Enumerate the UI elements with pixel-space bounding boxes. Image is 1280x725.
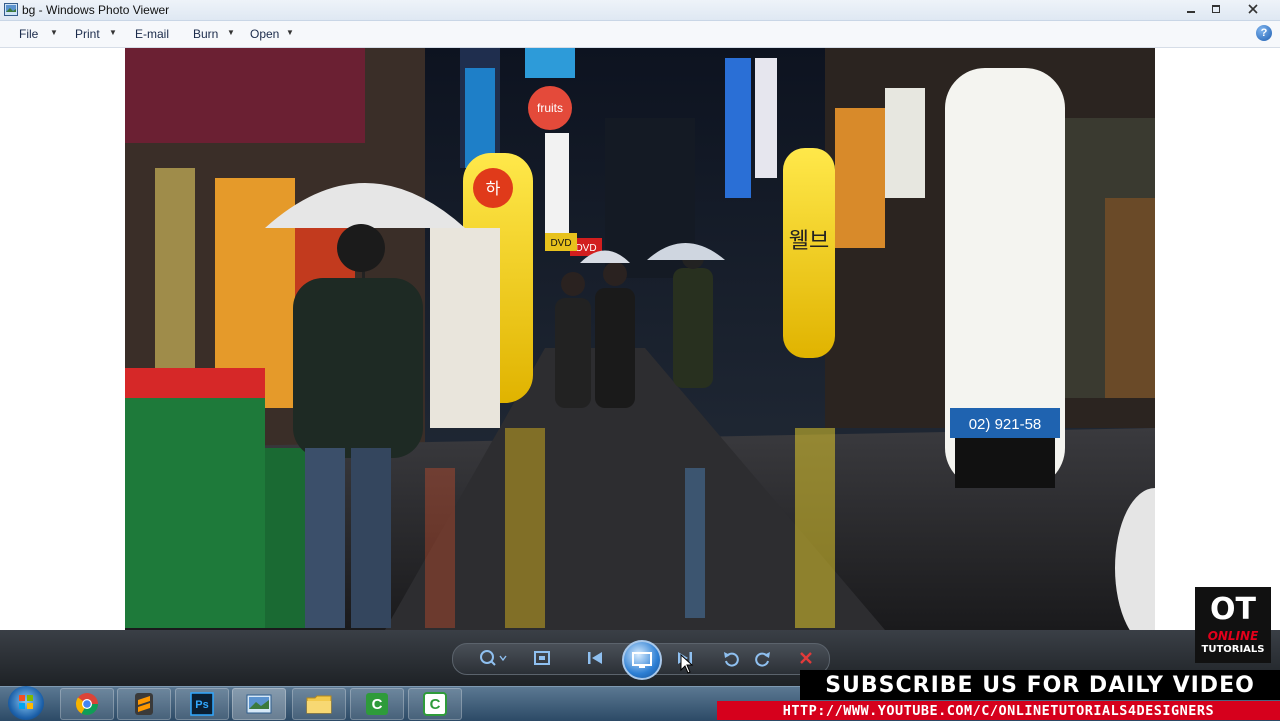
previous-button[interactable] (582, 648, 608, 668)
menu-open[interactable]: Open (250, 27, 279, 41)
camtasia-icon: C (366, 693, 388, 715)
windows-logo-icon (19, 695, 33, 709)
actual-size-button[interactable] (530, 648, 554, 668)
rotate-left-button[interactable] (720, 648, 742, 668)
taskbar-explorer[interactable] (292, 688, 346, 720)
menu-file[interactable]: File (19, 27, 38, 41)
zoom-button[interactable] (476, 648, 510, 668)
chevron-down-icon[interactable]: ▼ (109, 28, 117, 37)
chrome-icon (75, 693, 98, 715)
logo-sub-tutorials: TUTORIALS (1201, 644, 1265, 655)
shop-phone-number: 02) 921-58 (969, 416, 1042, 433)
taskbar-chrome[interactable] (60, 688, 114, 720)
photo-viewer-app-icon (4, 3, 18, 16)
pillar-sign-center: 웰브 (789, 228, 829, 253)
delete-button[interactable] (795, 648, 817, 668)
mouse-cursor-icon (680, 654, 694, 674)
slideshow-icon (632, 652, 652, 668)
logo-text: OT (1210, 592, 1256, 627)
sign-dvd: DVD (575, 243, 596, 254)
maximize-icon (1212, 5, 1220, 13)
rotate-right-button[interactable] (752, 648, 774, 668)
sign-fruits: fruits (537, 101, 563, 115)
start-button[interactable] (8, 686, 44, 720)
svg-text:Ps: Ps (195, 699, 208, 711)
zoom-icon (480, 650, 507, 666)
subscribe-banner: SUBSCRIBE US FOR DAILY VIDEO (800, 670, 1280, 700)
svg-text:C: C (372, 696, 383, 713)
photo-viewer-icon (246, 694, 272, 714)
previous-icon (588, 652, 602, 664)
slideshow-button[interactable] (622, 640, 662, 680)
menu-print[interactable]: Print (75, 27, 100, 41)
menu-burn[interactable]: Burn (193, 27, 218, 41)
svg-text:C: C (430, 696, 441, 713)
window-title: bg - Windows Photo Viewer (22, 3, 170, 17)
maximize-button[interactable] (1205, 0, 1227, 18)
menu-email[interactable]: E-mail (135, 27, 169, 41)
camtasia-recorder-icon: C (423, 692, 447, 716)
chevron-down-icon[interactable]: ▼ (50, 28, 58, 37)
sign-dvd-yellow: DVD (550, 238, 571, 249)
sublime-icon (135, 693, 153, 715)
help-button[interactable]: ? (1256, 25, 1272, 41)
title-bar: bg - Windows Photo Viewer (0, 0, 1280, 21)
minimize-icon (1187, 11, 1195, 13)
pillar-sign-left: 하 (486, 180, 501, 198)
rotate-left-icon (724, 652, 739, 667)
taskbar-camtasia-recorder[interactable]: C (408, 688, 462, 720)
logo-sub-online: ONLINE (1207, 629, 1259, 643)
menu-bar: File ▼ Print ▼ E-mail Burn ▼ Open ▼ ? (0, 21, 1280, 48)
taskbar-camtasia[interactable]: C (350, 688, 404, 720)
chevron-down-icon[interactable]: ▼ (227, 28, 235, 37)
chevron-down-icon[interactable]: ▼ (286, 28, 294, 37)
street-scene: fruits DVD DVD 하 웰브 02) 921-58 (125, 48, 1155, 630)
channel-logo: OT ONLINE TUTORIALS (1195, 587, 1271, 663)
taskbar-photoshop[interactable]: Ps (175, 688, 229, 720)
delete-icon (800, 652, 812, 664)
channel-url-banner: HTTP://WWW.YOUTUBE.COM/C/ONLINETUTORIALS… (717, 701, 1280, 720)
folder-icon (306, 695, 332, 714)
close-button[interactable] (1232, 0, 1274, 18)
actual-size-icon (534, 651, 550, 665)
taskbar-sublime[interactable] (117, 688, 171, 720)
minimize-button[interactable] (1180, 0, 1202, 18)
close-icon (1248, 4, 1258, 14)
taskbar-photo-viewer[interactable] (232, 688, 286, 720)
rotate-right-icon (755, 652, 770, 667)
photo-image: fruits DVD DVD 하 웰브 02) 921-58 (125, 48, 1155, 630)
photoshop-icon: Ps (190, 692, 214, 716)
